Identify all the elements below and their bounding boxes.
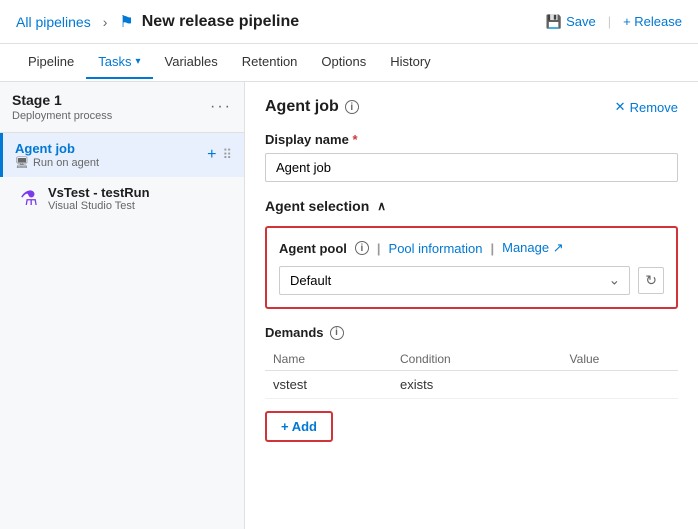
- agent-job-name: Agent job: [15, 141, 99, 156]
- release-button[interactable]: + Release: [623, 14, 682, 29]
- tab-options-label: Options: [321, 54, 366, 69]
- col-name: Name: [265, 348, 392, 371]
- breadcrumb-link[interactable]: All pipelines: [16, 14, 91, 30]
- pool-information-link[interactable]: Pool information: [389, 241, 483, 256]
- tab-tasks[interactable]: Tasks ▾: [86, 46, 152, 79]
- pipeline-title: New release pipeline: [142, 13, 299, 31]
- demand-condition: exists: [392, 371, 562, 399]
- stage-subtitle: Deployment process: [12, 110, 112, 122]
- vstest-item[interactable]: ⚗ VsTest - testRun Visual Studio Test: [0, 177, 244, 220]
- content-header: Agent job i ✕ Remove: [265, 98, 678, 116]
- agent-selection-section-title: Agent selection ∧: [265, 198, 678, 214]
- tab-variables-label: Variables: [165, 54, 218, 69]
- save-icon: 💾: [546, 14, 562, 30]
- display-name-label: Display name *: [265, 132, 678, 147]
- drag-handle-icon: ⠿: [222, 147, 232, 163]
- pool-dropdown-row: Default ↻: [279, 266, 664, 295]
- agent-job-info: Agent job 🖥 Run on agent: [15, 141, 99, 169]
- pipeline-icon: ⚑: [119, 12, 133, 32]
- stage-info: Stage 1 Deployment process: [12, 92, 112, 122]
- agent-job-sub: 🖥 Run on agent: [15, 156, 99, 169]
- chevron-down-icon: ▾: [136, 56, 141, 67]
- tab-history[interactable]: History: [378, 46, 442, 79]
- separator-2: |: [490, 241, 494, 256]
- remove-button[interactable]: ✕ Remove: [615, 99, 678, 115]
- display-name-input[interactable]: [265, 153, 678, 182]
- agent-pool-box: Agent pool i | Pool information | Manage…: [265, 226, 678, 309]
- vstest-name: VsTest - testRun: [48, 185, 150, 200]
- nav-tabs: Pipeline Tasks ▾ Variables Retention Opt…: [0, 44, 698, 82]
- stage-title: Stage 1: [12, 92, 112, 108]
- table-header-row: Name Condition Value: [265, 348, 678, 371]
- demand-value: [562, 371, 678, 399]
- demands-label: Demands i: [265, 325, 678, 340]
- add-button[interactable]: + Add: [265, 411, 333, 442]
- agent-pool-label: Agent pool: [279, 241, 347, 256]
- tab-retention[interactable]: Retention: [230, 46, 310, 79]
- tab-history-label: History: [390, 54, 430, 69]
- agent-job-left: Agent job 🖥 Run on agent: [15, 141, 99, 169]
- stage-header: Stage 1 Deployment process ···: [12, 92, 232, 122]
- chevron-up-icon[interactable]: ∧: [377, 199, 386, 213]
- col-condition: Condition: [392, 348, 562, 371]
- pool-select[interactable]: Default: [279, 266, 630, 295]
- manage-link[interactable]: Manage ↗: [502, 240, 564, 256]
- add-task-icon[interactable]: +: [207, 146, 216, 164]
- vstest-icon: ⚗: [20, 186, 38, 211]
- top-bar-left: All pipelines › ⚑ New release pipeline: [16, 12, 299, 32]
- separator-1: |: [377, 241, 381, 256]
- vstest-info: VsTest - testRun Visual Studio Test: [48, 185, 150, 212]
- main-layout: Stage 1 Deployment process ··· Agent job…: [0, 82, 698, 529]
- content-area: Agent job i ✕ Remove Display name * Agen…: [245, 82, 698, 529]
- close-icon: ✕: [615, 99, 626, 115]
- stage-menu-button[interactable]: ···: [210, 98, 232, 116]
- required-marker: *: [352, 132, 357, 147]
- save-button[interactable]: 💾 Save: [546, 14, 596, 30]
- top-bar: All pipelines › ⚑ New release pipeline 💾…: [0, 0, 698, 44]
- external-link-icon: ↗: [553, 240, 564, 255]
- top-bar-right: 💾 Save | + Release: [546, 14, 682, 30]
- table-row: vstest exists: [265, 371, 678, 399]
- tab-retention-label: Retention: [242, 54, 298, 69]
- refresh-button[interactable]: ↻: [638, 267, 664, 294]
- remove-label: Remove: [630, 100, 678, 115]
- title-info-icon[interactable]: i: [345, 100, 359, 114]
- monitor-icon: 🖥: [15, 156, 29, 169]
- agent-job-title: Agent job i: [265, 98, 359, 116]
- col-value: Value: [562, 348, 678, 371]
- tab-tasks-label: Tasks: [98, 54, 131, 69]
- save-label: Save: [566, 14, 596, 29]
- tab-variables[interactable]: Variables: [153, 46, 230, 79]
- agent-pool-info-icon[interactable]: i: [355, 241, 369, 255]
- tab-pipeline[interactable]: Pipeline: [16, 46, 86, 79]
- agent-job-sub-text: Run on agent: [33, 157, 99, 169]
- agent-selection-label: Agent selection: [265, 198, 369, 214]
- stage-section: Stage 1 Deployment process ···: [0, 82, 244, 133]
- manage-label: Manage: [502, 240, 549, 255]
- sidebar: Stage 1 Deployment process ··· Agent job…: [0, 82, 245, 529]
- demand-name: vstest: [265, 371, 392, 399]
- agent-pool-header: Agent pool i | Pool information | Manage…: [279, 240, 664, 256]
- demands-info-icon[interactable]: i: [330, 326, 344, 340]
- tab-options[interactable]: Options: [309, 46, 378, 79]
- demands-table: Name Condition Value vstest exists: [265, 348, 678, 399]
- tab-pipeline-label: Pipeline: [28, 54, 74, 69]
- vstest-sub: Visual Studio Test: [48, 200, 150, 212]
- pool-select-wrapper: Default: [279, 266, 630, 295]
- breadcrumb-separator: ›: [103, 14, 108, 30]
- agent-job-title-text: Agent job: [265, 98, 339, 116]
- add-label: + Add: [281, 419, 317, 434]
- agent-job-item[interactable]: Agent job 🖥 Run on agent + ⠿: [0, 133, 244, 177]
- agent-job-right: + ⠿: [207, 146, 232, 164]
